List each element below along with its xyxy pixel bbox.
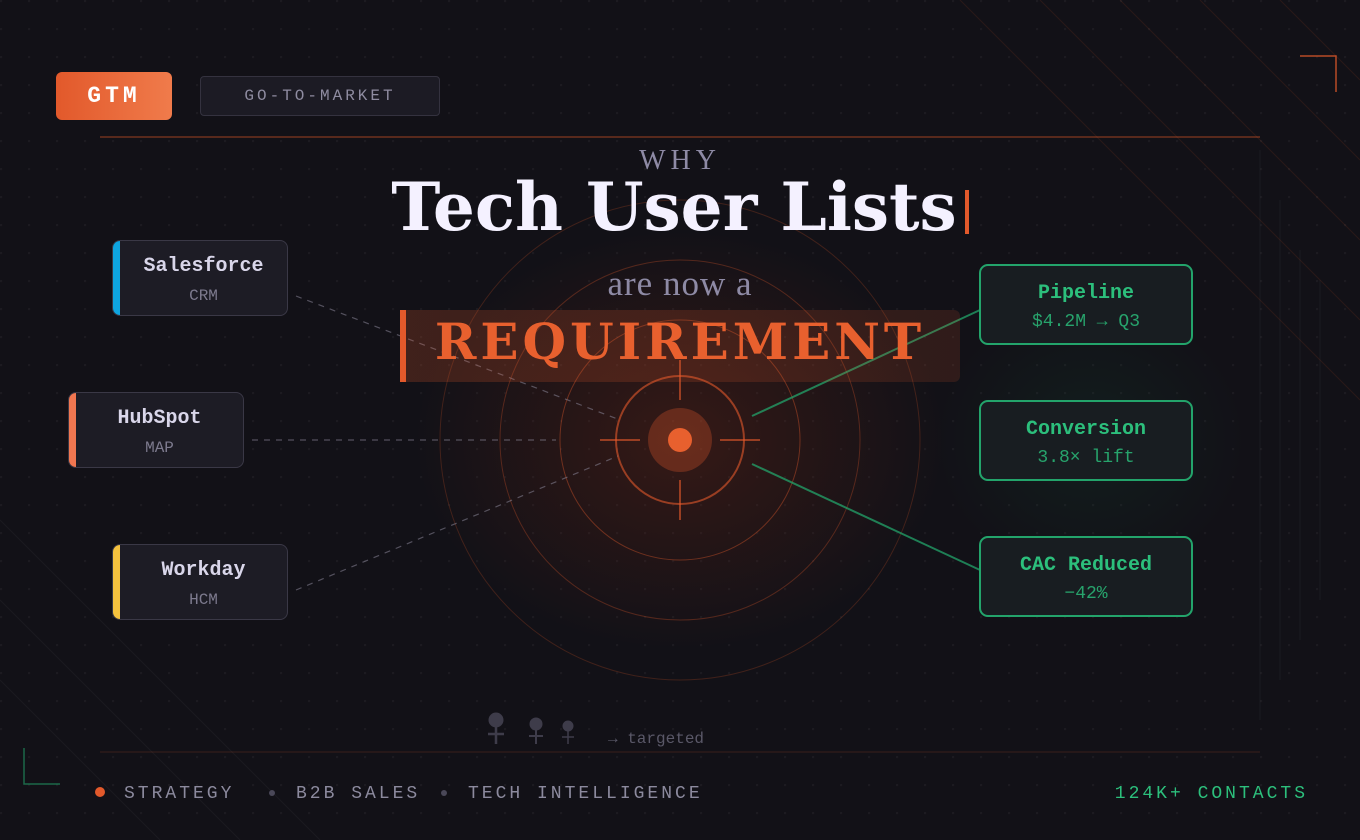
canvas: GTM GO-TO-MARKET WHY Tech User Lists are… bbox=[0, 0, 1360, 840]
kpi-card-pipeline: Pipeline $4.2M → Q3 bbox=[979, 264, 1193, 345]
source-type: CRM bbox=[189, 287, 218, 305]
kpi-value: $4.2M → Q3 bbox=[1031, 312, 1141, 332]
footer-tag-strategy: STRATEGY bbox=[124, 784, 235, 804]
contacts-count: 124K+ CONTACTS bbox=[1114, 784, 1308, 804]
source-card-hubspot: HubSpot MAP bbox=[68, 392, 244, 468]
kpi-value: −42% bbox=[1064, 584, 1108, 604]
target-bullseye bbox=[668, 428, 692, 452]
kpi-label: Pipeline bbox=[1037, 282, 1134, 305]
kpi-value: 3.8× lift bbox=[1037, 448, 1135, 468]
headline-title: Tech User Lists bbox=[0, 168, 1360, 246]
source-name: Salesforce bbox=[143, 255, 264, 278]
footer-dot-accent bbox=[95, 787, 105, 797]
gtm-badge: GTM bbox=[56, 72, 172, 120]
corner-bracket-bottom-left bbox=[23, 748, 60, 785]
footer-tag-tech-intelligence: TECH INTELLIGENCE bbox=[468, 784, 703, 804]
kpi-label: Conversion bbox=[1025, 418, 1147, 441]
source-name: Workday bbox=[161, 559, 246, 582]
people-icons bbox=[488, 712, 574, 744]
source-name: HubSpot bbox=[117, 407, 202, 430]
go-to-market-tag: GO-TO-MARKET bbox=[200, 76, 440, 116]
kpi-card-cac-reduced: CAC Reduced −42% bbox=[979, 536, 1193, 617]
source-type: HCM bbox=[189, 591, 218, 609]
source-color-bar bbox=[113, 241, 120, 315]
kpi-card-conversion: Conversion 3.8× lift bbox=[979, 400, 1193, 481]
footer-tag-b2b-sales: B2B SALES bbox=[296, 784, 421, 804]
kpi-label: CAC Reduced bbox=[1019, 554, 1153, 577]
headline-emphasis: REQUIREMENT bbox=[434, 312, 926, 371]
corner-bracket-top-right bbox=[1300, 55, 1337, 92]
text-caret bbox=[964, 190, 969, 234]
source-type: MAP bbox=[145, 439, 174, 457]
source-color-bar bbox=[69, 393, 76, 467]
source-card-salesforce: Salesforce CRM bbox=[112, 240, 288, 316]
targeted-label: → targeted bbox=[608, 730, 705, 748]
footer-dot bbox=[441, 790, 447, 796]
source-color-bar bbox=[113, 545, 120, 619]
footer-dot bbox=[269, 790, 275, 796]
headline-title-text: Tech User Lists bbox=[391, 168, 957, 246]
source-card-workday: Workday HCM bbox=[112, 544, 288, 620]
